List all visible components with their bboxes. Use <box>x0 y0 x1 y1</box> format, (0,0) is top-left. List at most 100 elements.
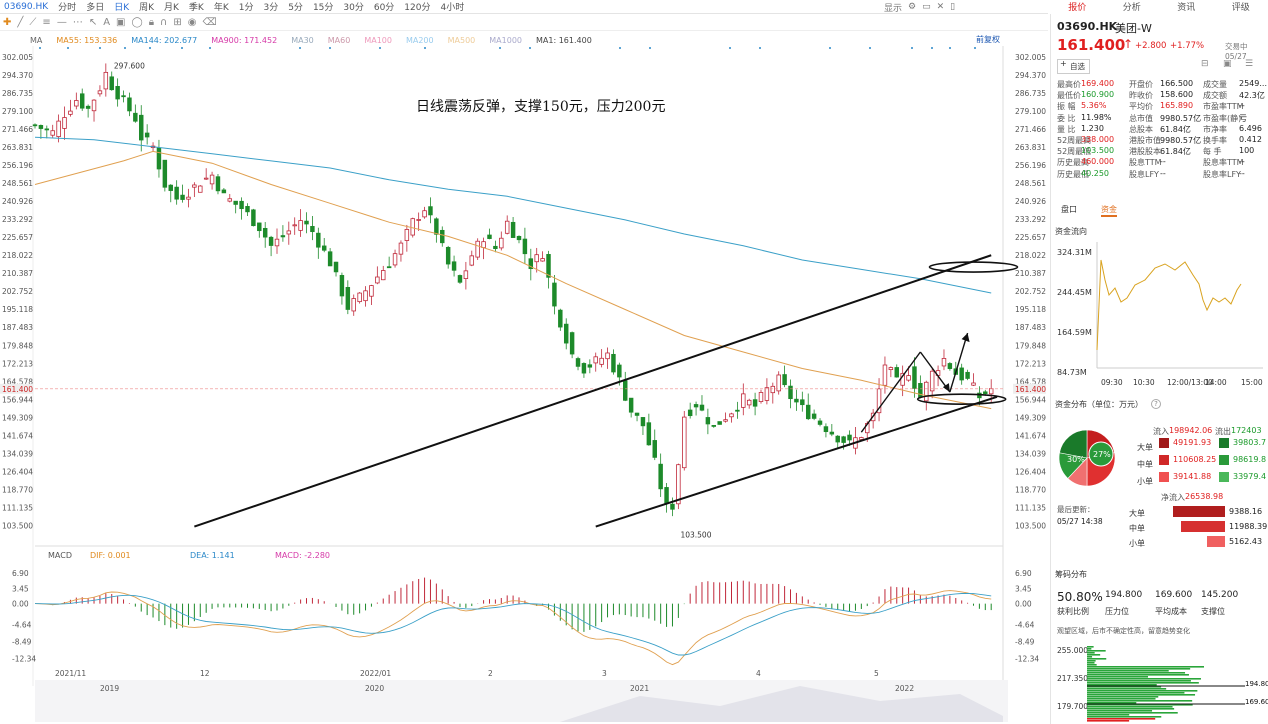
candle-body[interactable] <box>563 323 569 344</box>
event-marker[interactable] <box>209 47 211 49</box>
candle-body[interactable] <box>262 227 268 238</box>
candle-body[interactable] <box>558 309 563 328</box>
period-tab[interactable]: 30分 <box>343 0 363 13</box>
candle-body[interactable] <box>746 399 752 406</box>
candle-body[interactable] <box>723 419 728 422</box>
candle-body[interactable] <box>79 93 85 109</box>
crosshair-icon[interactable]: ✚ <box>3 17 11 28</box>
candle-body[interactable] <box>510 221 516 238</box>
candle-body[interactable] <box>829 431 835 435</box>
candle-body[interactable] <box>546 254 551 278</box>
period-tab[interactable]: 多日 <box>86 0 104 13</box>
candle-body[interactable] <box>38 125 44 129</box>
macd-label[interactable]: MACD <box>48 551 72 560</box>
trend-line[interactable] <box>595 395 998 528</box>
candle-body[interactable] <box>735 409 740 412</box>
candle-body[interactable] <box>227 198 233 202</box>
candle-body[interactable] <box>593 356 598 364</box>
event-marker[interactable] <box>619 47 621 49</box>
candle-body[interactable] <box>274 238 280 247</box>
display-menu[interactable]: 显示 <box>884 1 902 14</box>
event-marker[interactable] <box>99 47 101 49</box>
candle-body[interactable] <box>121 95 126 98</box>
period-tab[interactable]: 周K <box>139 0 154 13</box>
candle-body[interactable] <box>717 421 722 425</box>
ma-item[interactable]: MA100 <box>364 36 392 45</box>
period-tab[interactable]: 60分 <box>374 0 394 13</box>
highlight-ellipse[interactable] <box>928 261 1019 273</box>
candle-body[interactable] <box>91 99 97 112</box>
candle-body[interactable] <box>168 184 173 191</box>
candle-body[interactable] <box>351 298 356 312</box>
candle-body[interactable] <box>894 367 899 378</box>
candle-body[interactable] <box>392 253 398 266</box>
measure-icon[interactable]: ⊞ <box>173 17 181 28</box>
candle-body[interactable] <box>711 425 717 427</box>
lock-icon[interactable]: 🔒︎ <box>149 17 154 28</box>
help-icon[interactable]: ? <box>1151 399 1161 409</box>
event-marker[interactable] <box>529 47 531 49</box>
candle-body[interactable] <box>623 380 628 401</box>
tab-pankou[interactable]: 盘口 <box>1061 204 1077 215</box>
candle-body[interactable] <box>664 487 669 504</box>
minimize-icon[interactable]: ▭ <box>922 2 931 12</box>
ma-item[interactable]: MA1: 161.400 <box>536 36 592 45</box>
candle-body[interactable] <box>85 105 91 109</box>
candle-body[interactable] <box>428 206 433 216</box>
candle-body[interactable] <box>62 117 67 129</box>
candle-body[interactable] <box>770 385 776 394</box>
candle-body[interactable] <box>32 124 38 127</box>
candle-body[interactable] <box>794 398 799 403</box>
ma-item[interactable]: MA1000 <box>489 36 522 45</box>
event-marker[interactable] <box>931 47 933 49</box>
candle-body[interactable] <box>74 100 79 107</box>
trend-line[interactable] <box>949 332 969 393</box>
magnet-icon[interactable]: ∩ <box>160 17 167 28</box>
period-tab[interactable]: 15分 <box>313 0 333 13</box>
candle-body[interactable] <box>693 404 699 408</box>
event-marker[interactable] <box>649 47 651 49</box>
layout-icon[interactable]: ▯ <box>950 2 955 12</box>
candle-body[interactable] <box>640 417 646 427</box>
event-marker[interactable] <box>829 47 831 49</box>
candle-body[interactable] <box>847 434 852 441</box>
candle-body[interactable] <box>180 194 185 200</box>
candle-body[interactable] <box>481 241 486 248</box>
candle-body[interactable] <box>605 352 610 360</box>
candle-body[interactable] <box>410 218 415 236</box>
candle-body[interactable] <box>381 270 386 281</box>
candle-body[interactable] <box>44 128 50 131</box>
candle-body[interactable] <box>292 224 297 227</box>
ma-item[interactable]: MA55: 153.336 <box>56 36 117 45</box>
ma-item[interactable]: MA60 <box>328 36 351 45</box>
candle-body[interactable] <box>422 210 427 218</box>
adjust-mode[interactable]: 前复权 <box>976 34 1000 45</box>
event-marker[interactable] <box>424 47 426 49</box>
candle-body[interactable] <box>971 382 976 386</box>
candle-body[interactable] <box>469 255 475 266</box>
candle-body[interactable] <box>404 229 410 241</box>
candle-body[interactable] <box>475 240 480 258</box>
candle-body[interactable] <box>310 226 315 233</box>
panel-tab[interactable]: 评级 <box>1214 0 1268 13</box>
event-marker[interactable] <box>329 47 331 49</box>
candle-body[interactable] <box>316 232 321 248</box>
ray-tool-icon[interactable]: ⟋ <box>29 17 36 28</box>
candle-body[interactable] <box>758 392 764 403</box>
candle-body[interactable] <box>835 435 840 443</box>
candle-body[interactable] <box>929 370 935 392</box>
candle-body[interactable] <box>965 371 970 379</box>
candle-body[interactable] <box>440 229 445 244</box>
candle-body[interactable] <box>233 200 238 205</box>
candle-body[interactable] <box>552 282 557 307</box>
candle-body[interactable] <box>652 440 657 458</box>
candle-body[interactable] <box>634 412 640 416</box>
period-tab[interactable]: 3分 <box>263 0 278 13</box>
tab-capital[interactable]: 资金 <box>1101 204 1117 217</box>
candle-body[interactable] <box>540 258 545 262</box>
candle-body[interactable] <box>209 174 215 185</box>
event-marker[interactable] <box>759 47 761 49</box>
candle-body[interactable] <box>298 220 303 231</box>
period-tab[interactable]: 5分 <box>288 0 303 13</box>
candle-body[interactable] <box>363 290 368 302</box>
